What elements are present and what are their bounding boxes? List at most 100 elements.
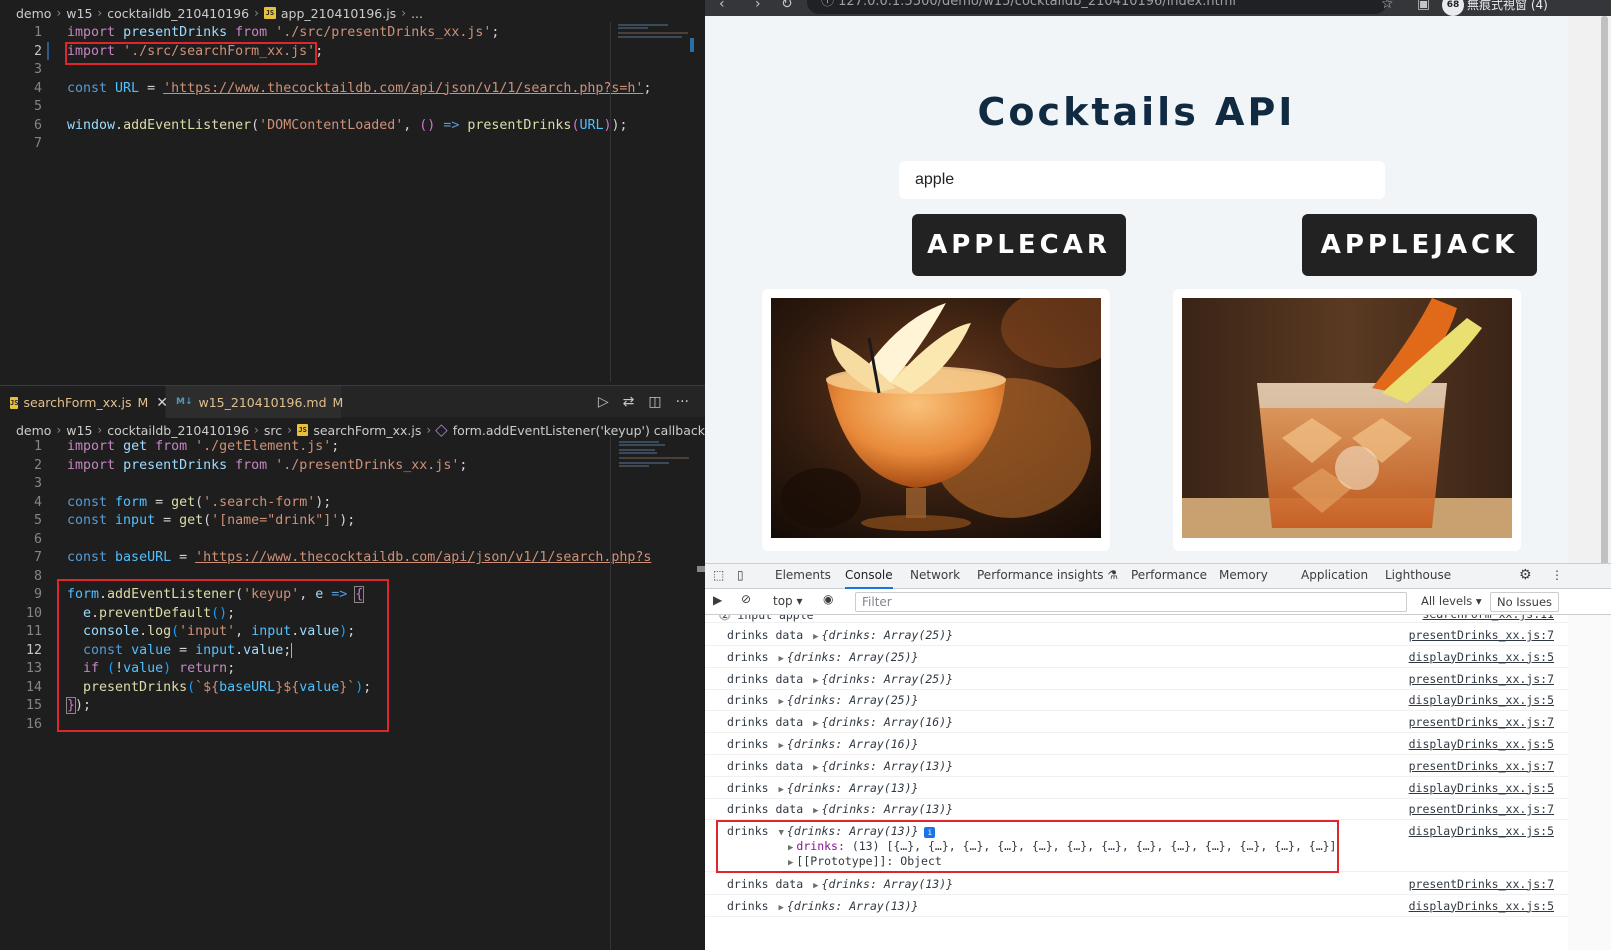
expand-caret-icon[interactable]: ▶ (778, 654, 783, 664)
minimap-bottom[interactable] (615, 440, 690, 470)
console-object-preview[interactable]: {drinks: Array(25)} (822, 628, 954, 642)
tab-searchform[interactable]: JS searchForm_xx.js M ✕ (0, 386, 168, 418)
incognito-avatar[interactable]: 68 (1442, 0, 1464, 16)
run-icon[interactable]: ▷ (598, 394, 609, 410)
console-object-preview[interactable]: {drinks: Array(25)} (787, 693, 919, 707)
code-line[interactable]: 4 const URL = 'https://www.thecocktaildb.… (0, 80, 651, 99)
code-text[interactable]: const form = get('.search-form'); (67, 494, 331, 513)
incognito-label[interactable]: 無痕式視窗 (4) (1467, 0, 1548, 13)
code-line[interactable]: 2 import presentDrinks from './presentDri… (0, 457, 610, 476)
source-link[interactable]: displayDrinks_xx.js:5 (1409, 781, 1554, 795)
devtools-tab-memory[interactable]: Memory (1219, 564, 1268, 589)
expand-caret-icon[interactable]: ▶ (813, 719, 818, 729)
console-message[interactable]: drinks data ▶ {drinks: Array(13)} presentD… (705, 873, 1568, 895)
code-line[interactable]: 5 (0, 98, 610, 117)
code-line[interactable]: 1 import presentDrinks from './src/presen… (0, 24, 610, 43)
breadcrumb-item[interactable]: app_210410196.js (281, 6, 396, 21)
breadcrumb-item[interactable]: w15 (66, 423, 92, 438)
drink-card[interactable] (762, 289, 1110, 551)
devtools-tab-console[interactable]: Console (845, 564, 893, 589)
source-link[interactable]: presentDrinks_xx.js:7 (1409, 877, 1554, 891)
expand-caret-icon[interactable]: ▶ (778, 741, 783, 751)
forward-icon[interactable]: › (755, 0, 761, 12)
console-object-preview[interactable]: {drinks: Array(25)} (787, 650, 919, 664)
devtools-tab-performance[interactable]: Performance (1131, 564, 1207, 589)
console-message[interactable]: drinks ▶ {drinks: Array(25)} displayDrinks… (705, 646, 1568, 668)
source-link[interactable]: displayDrinks_xx.js:5 (1409, 824, 1554, 838)
breadcrumb-item[interactable]: demo (16, 6, 51, 21)
reload-icon[interactable]: ↻ (781, 0, 793, 12)
devtools-tab-performance-insights[interactable]: Performance insights ⚗ (977, 564, 1118, 589)
source-link[interactable]: presentDrinks_xx.js:7 (1409, 759, 1554, 773)
devtools-tab-lighthouse[interactable]: Lighthouse (1385, 564, 1451, 589)
source-link[interactable]: displayDrinks_xx.js:5 (1409, 693, 1554, 707)
console-message[interactable]: drinks ▶ {drinks: Array(16)} displayDrinks… (705, 733, 1568, 755)
extensions-icon[interactable]: ▣ (1417, 0, 1430, 12)
sidebar-toggle-icon[interactable]: ▶ (713, 593, 722, 607)
drink-card[interactable] (1173, 289, 1521, 551)
console-object-preview[interactable]: {drinks: Array(16)} (822, 715, 954, 729)
page-scrollbar[interactable] (1568, 16, 1611, 566)
code-line[interactable]: 7 (0, 135, 610, 154)
breadcrumb-item[interactable]: cocktaildb_210410196 (107, 423, 249, 438)
compare-changes-icon[interactable]: ⇄ (623, 394, 635, 410)
expand-caret-icon[interactable]: ▶ (813, 632, 818, 642)
breadcrumb-item[interactable]: searchForm_xx.js (313, 423, 421, 438)
address-bar[interactable]: ⓘ 127.0.0.1:5500/demo/w15/cocktaildb_210… (807, 0, 1387, 14)
settings-gear-icon[interactable]: ⚙ (1519, 564, 1532, 589)
breadcrumb-item[interactable]: w15 (66, 6, 92, 21)
console-message[interactable]: drinks data ▶ {drinks: Array(25)} presentD… (705, 668, 1568, 690)
live-expression-eye-icon[interactable]: ◉ (823, 592, 833, 606)
breadcrumb-item[interactable]: cocktaildb_210410196 (107, 6, 249, 21)
console-message[interactable]: drinks ▶ {drinks: Array(13)} displayDrinks… (705, 895, 1568, 917)
inspect-element-icon[interactable]: ⬚ (713, 564, 724, 589)
console-object-preview[interactable]: {drinks: Array(16)} (787, 737, 919, 751)
code-line[interactable]: 1 import get from './getElement.js'; (0, 438, 610, 457)
source-link[interactable]: presentDrinks_xx.js:7 (1409, 715, 1554, 729)
source-link[interactable]: searchForm_xx.js:11 (1422, 615, 1554, 621)
expand-caret-icon[interactable]: ▶ (778, 903, 783, 913)
bookmark-star-icon[interactable]: ☆ (1381, 0, 1394, 12)
minimap-top[interactable] (612, 22, 690, 42)
breadcrumb-item[interactable]: ... (411, 6, 423, 21)
more-actions-icon[interactable]: ··· (676, 394, 689, 410)
source-link[interactable]: displayDrinks_xx.js:5 (1409, 899, 1554, 913)
console-object-preview[interactable]: {drinks: Array(13)} (787, 899, 919, 913)
console-object-preview[interactable]: {drinks: Array(13)} (822, 802, 954, 816)
code-line[interactable]: 7 const baseURL = 'https://www.thecocktai… (0, 549, 651, 568)
console-message[interactable]: ⓶ input apple searchForm_xx.js:11 (705, 615, 1568, 623)
expand-caret-icon[interactable]: ▶ (813, 763, 818, 773)
split-editor-icon[interactable]: ◫ (648, 394, 661, 410)
context-selector[interactable]: top ▾ (773, 594, 803, 608)
console-object-preview[interactable]: {drinks: Array(13)} (822, 759, 954, 773)
devtools-tab-network[interactable]: Network (910, 564, 960, 589)
expand-caret-icon[interactable]: ▶ (813, 881, 818, 891)
back-icon[interactable]: ‹ (719, 0, 725, 12)
expand-caret-icon[interactable]: ▶ (813, 676, 818, 686)
console-message[interactable]: drinks ▶ {drinks: Array(25)} displayDrinks… (705, 689, 1568, 712)
more-options-icon[interactable]: ⋮ (1551, 564, 1563, 589)
code-line[interactable]: 6 window.addEventListener('DOMContentLoad… (0, 117, 628, 136)
code-text[interactable]: const input = get('[name="drink"]'); (67, 512, 355, 531)
console-message[interactable]: drinks ▶ {drinks: Array(13)} displayDrinks… (705, 777, 1568, 799)
code-line[interactable]: 6 (0, 531, 610, 550)
page-scrollbar-thumb[interactable] (1601, 16, 1608, 566)
source-link[interactable]: displayDrinks_xx.js:5 (1409, 650, 1554, 664)
breadcrumb-item[interactable]: form.addEventListener('keyup') callback (453, 423, 705, 438)
console-filter-input[interactable]: Filter (855, 592, 1407, 612)
code-text[interactable]: window.addEventListener('DOMContentLoade… (67, 117, 628, 136)
source-link[interactable]: presentDrinks_xx.js:7 (1409, 802, 1554, 816)
issues-button[interactable]: No Issues (1490, 592, 1560, 612)
expand-caret-icon[interactable]: ▶ (813, 806, 818, 816)
code-text[interactable]: import presentDrinks from './src/present… (67, 24, 499, 43)
code-text[interactable]: import presentDrinks from './presentDrin… (67, 457, 467, 476)
breadcrumb-item[interactable]: src (264, 423, 282, 438)
tab-markdown[interactable]: M↓ w15_210410196.md M (166, 386, 343, 418)
log-levels-dropdown[interactable]: All levels ▾ (1415, 592, 1488, 612)
site-info-icon[interactable]: ⓘ (821, 0, 838, 9)
clear-console-icon[interactable]: ⊘ (741, 592, 751, 606)
console-object-preview[interactable]: {drinks: Array(13)} (787, 781, 919, 795)
expand-caret-icon[interactable]: ▶ (778, 697, 783, 707)
code-line[interactable]: 3 (0, 475, 610, 494)
code-text[interactable]: const URL = 'https://www.thecocktaildb.c… (67, 80, 651, 99)
